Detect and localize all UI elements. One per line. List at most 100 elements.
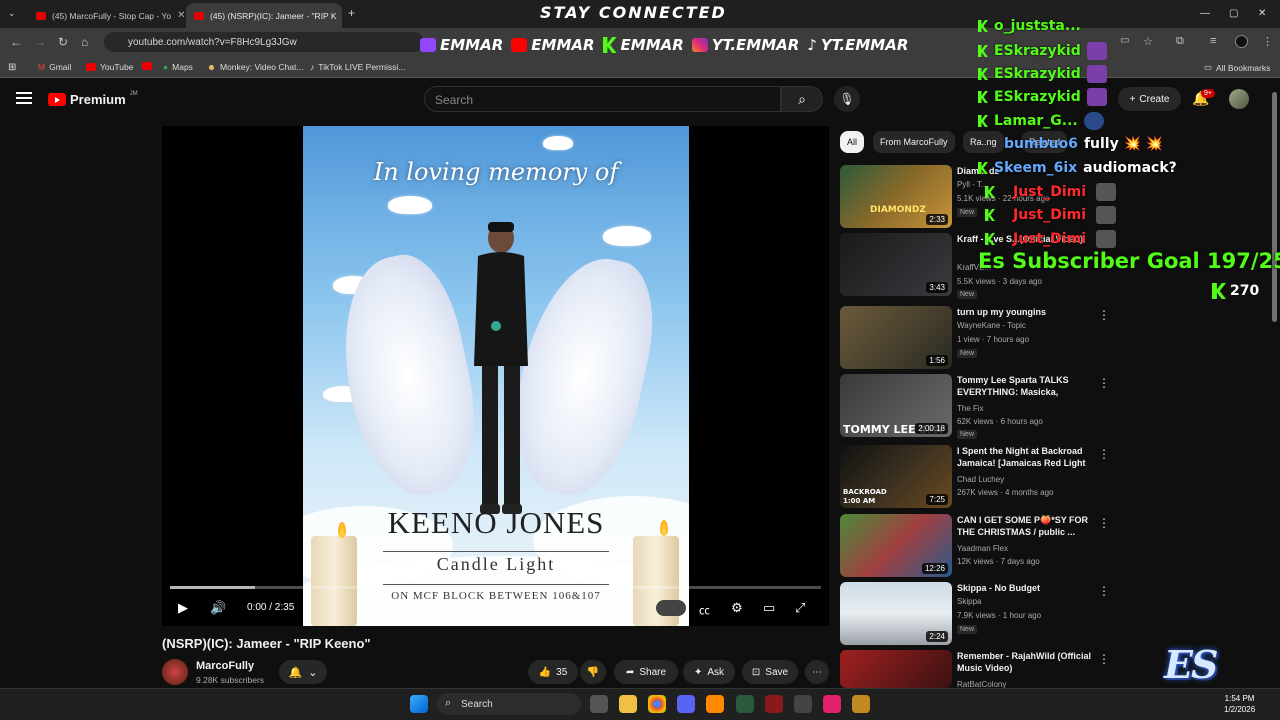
vlc-icon[interactable] xyxy=(706,695,724,713)
miniplayer-icon[interactable]: ▭ xyxy=(763,600,775,616)
app-icon[interactable] xyxy=(765,695,783,713)
more-vert-icon[interactable]: ⋮ xyxy=(1098,447,1110,461)
video-thumbnail[interactable]: DIAMONDZ 2:33 xyxy=(840,165,952,228)
menu-icon[interactable] xyxy=(16,92,32,104)
url-field[interactable]: youtube.com/watch?v=F8Hc9Lg3JGw xyxy=(104,32,424,52)
subscriber-count: 9.28K subscribers xyxy=(196,675,265,685)
tab-marcofully[interactable]: (45) MarcoFully - Stop Cap - Yo ✕ xyxy=(28,3,184,28)
social-kick: EMMAR xyxy=(602,36,684,54)
search-input[interactable]: Search xyxy=(424,86,781,112)
video-thumbnail[interactable] xyxy=(840,650,952,688)
taskbar-search[interactable]: ⌕ Search xyxy=(437,693,581,715)
more-vert-icon[interactable]: ⋮ xyxy=(1098,308,1110,322)
close-window-icon[interactable]: ✕ xyxy=(1258,8,1266,19)
channel-name[interactable]: MarcoFully xyxy=(196,660,254,672)
settings-gear-icon[interactable]: ⚙ xyxy=(731,600,743,616)
more-actions-button[interactable]: ⋯ xyxy=(805,660,829,684)
autoplay-toggle[interactable] xyxy=(656,600,686,616)
play-icon[interactable]: ▶ xyxy=(178,600,188,616)
back-icon[interactable]: ← xyxy=(10,35,22,49)
recommendation-item[interactable]: Remember - RajahWild (Official Music Vid… xyxy=(840,650,1120,689)
poster-heading: In loving memory of xyxy=(373,158,619,186)
voice-search-button[interactable]: 🎙 xyxy=(834,86,860,112)
bookmark-all[interactable]: ▭ All Bookmarks xyxy=(1204,62,1270,73)
recommendation-item[interactable]: 2:24 Skippa - No Budget Skippa 7.9K view… xyxy=(840,582,1120,646)
ask-button[interactable]: ✦ Ask xyxy=(683,660,735,684)
video-thumbnail[interactable]: 3:43 xyxy=(840,233,952,296)
bookmark-youtube[interactable]: YouTube xyxy=(86,62,133,72)
recommendation-item[interactable]: BACKROAD 1:00 AM 7:25 I Spent the Night … xyxy=(840,445,1120,509)
progress-bar[interactable] xyxy=(170,586,821,589)
recommendation-item[interactable]: TOMMY LEE SPA 2:00:18 Tommy Lee Sparta T… xyxy=(840,374,1120,439)
video-thumbnail[interactable]: 1:56 xyxy=(840,306,952,369)
video-thumbnail[interactable]: 2:24 xyxy=(840,582,952,645)
youtube-logo[interactable]: Premium JM xyxy=(48,91,138,107)
reload-icon[interactable]: ↻ xyxy=(58,35,68,49)
video-thumbnail[interactable]: 12:26 xyxy=(840,514,952,577)
poster-location: ON MCF BLOCK BETWEEN 106&107 xyxy=(391,590,601,602)
channel-avatar[interactable] xyxy=(162,659,188,685)
chip-ranking[interactable]: Ra..ng xyxy=(963,131,1004,153)
create-button[interactable]: + Create xyxy=(1118,87,1181,111)
account-avatar[interactable] xyxy=(1229,89,1249,109)
menu-list-icon[interactable]: ≡ xyxy=(1210,35,1216,47)
more-vert-icon[interactable]: ⋮ xyxy=(1098,652,1110,666)
divider xyxy=(383,584,609,585)
bookmark-maps[interactable]: ● Maps xyxy=(163,62,193,72)
more-vert-icon[interactable]: ⋮ xyxy=(1098,376,1110,390)
bookmark-unnamed[interactable] xyxy=(142,62,152,70)
profile-avatar[interactable] xyxy=(1235,35,1248,48)
tiktok-icon[interactable] xyxy=(823,695,841,713)
extensions-icon[interactable]: ⧉ xyxy=(1176,35,1184,48)
recommendation-item[interactable]: 1:56 turn up my youngins WayneKane - Top… xyxy=(840,306,1120,370)
video-thumbnail[interactable]: TOMMY LEE SPA 2:00:18 xyxy=(840,374,952,437)
chip-from-channel[interactable]: From MarcoFully xyxy=(873,131,955,153)
discord-icon[interactable] xyxy=(677,695,695,713)
minimize-icon[interactable]: — xyxy=(1200,8,1210,19)
chip-all[interactable]: All xyxy=(840,131,865,153)
chat-message: o_juststa... xyxy=(978,18,1081,34)
bookmark-monkey[interactable]: ☻ Monkey: Video Chat... xyxy=(207,62,303,72)
cast-icon[interactable]: ▭ xyxy=(1120,35,1129,46)
save-button[interactable]: ⊡ Save xyxy=(742,660,798,684)
fullscreen-icon[interactable]: ⤢ xyxy=(795,600,805,616)
like-button[interactable]: 👍 35 xyxy=(528,660,578,684)
volume-icon[interactable]: 🔊 xyxy=(210,600,226,616)
app-icon[interactable] xyxy=(852,695,870,713)
forward-icon[interactable]: → xyxy=(34,35,46,49)
task-view-icon[interactable] xyxy=(590,695,608,713)
bookmark-tiktok[interactable]: ♪ TikTok LIVE Permissi... xyxy=(310,62,405,72)
more-vert-icon[interactable]: ⋮ xyxy=(1098,584,1110,598)
maximize-icon[interactable]: ▢ xyxy=(1229,8,1238,19)
subscribed-notifications-button[interactable]: 🔔 ⌄ xyxy=(279,660,327,684)
chat-message: ESkrazykid xyxy=(978,88,1107,106)
url-text: youtube.com/watch?v=F8Hc9Lg3JGw xyxy=(128,36,297,48)
taskbar-clock[interactable]: 1:54 PM 1/2/2026 xyxy=(1224,693,1255,715)
file-explorer-icon[interactable] xyxy=(619,695,637,713)
search-button[interactable]: ⌕ xyxy=(781,86,823,112)
social-tiktok: ♪ YT.EMMAR xyxy=(807,36,909,54)
more-options-icon[interactable]: ⋮ xyxy=(1262,35,1273,48)
new-tab-icon[interactable]: + xyxy=(348,6,355,20)
tab-list-icon[interactable]: ⌄ xyxy=(8,8,16,19)
home-icon[interactable]: ⌂ xyxy=(81,35,88,49)
youtube-favicon-icon xyxy=(36,11,46,20)
dislike-button[interactable]: 👎 xyxy=(580,660,606,684)
scrollbar[interactable] xyxy=(1272,92,1277,322)
close-tab-icon[interactable]: ✕ xyxy=(177,10,184,21)
emote-icon xyxy=(1096,230,1117,248)
share-button[interactable]: ➦ Share xyxy=(614,660,678,684)
more-vert-icon[interactable]: ⋮ xyxy=(1098,516,1110,530)
obs-icon[interactable] xyxy=(794,695,812,713)
chrome-icon[interactable] xyxy=(648,695,666,713)
apps-grid-icon[interactable]: ⊞ xyxy=(8,62,16,73)
bookmark-gmail[interactable]: M Gmail xyxy=(38,62,71,72)
captions-icon[interactable]: ㏄ xyxy=(699,602,710,618)
recommendation-item[interactable]: 12:26 CAN I GET SOME P🍑*SY FOR THE CHRIS… xyxy=(840,514,1120,578)
start-windows-icon[interactable] xyxy=(410,695,428,713)
app-icon[interactable] xyxy=(736,695,754,713)
tab-rip-keeno[interactable]: (45) (NSRP)(IC): Jameer - "RIP K ✕ xyxy=(186,3,342,28)
video-thumbnail[interactable]: BACKROAD 1:00 AM 7:25 xyxy=(840,445,952,508)
poster-name: KEENO JONES xyxy=(387,505,605,540)
bookmark-star-icon[interactable]: ☆ xyxy=(1143,35,1153,48)
